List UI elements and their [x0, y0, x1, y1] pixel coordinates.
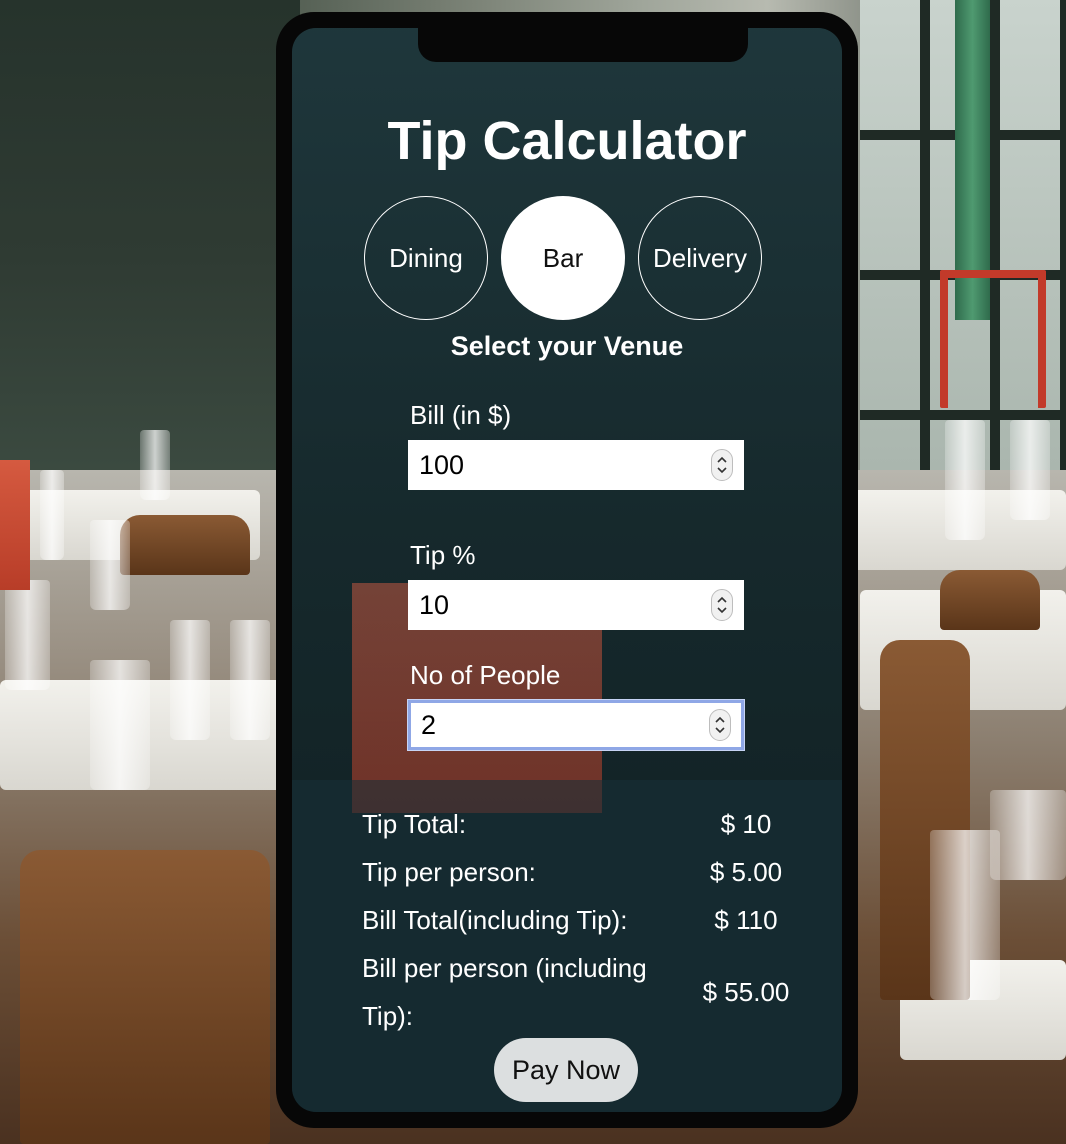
bill-stepper[interactable] [711, 449, 733, 481]
bill-total-label: Bill Total(including Tip): [362, 905, 628, 935]
people-label: No of People [410, 660, 561, 690]
people-input[interactable] [411, 709, 701, 741]
tip-percent-field [408, 580, 744, 630]
venue-bar-button[interactable]: Bar [501, 196, 625, 320]
venue-dining-button[interactable]: Dining [364, 196, 488, 320]
phone-notch [418, 28, 748, 62]
venue-delivery-button[interactable]: Delivery [638, 196, 762, 320]
venue-selector: Dining Bar Delivery [364, 196, 774, 324]
stepper-arrows-icon [717, 456, 727, 474]
bill-per-person-label-line2: Tip): [362, 1001, 414, 1031]
people-stepper[interactable] [709, 709, 731, 741]
tip-percent-stepper[interactable] [711, 589, 733, 621]
people-field [408, 700, 744, 750]
tip-total-label: Tip Total: [362, 809, 467, 839]
tip-per-person-value: $ 5.00 [709, 857, 783, 887]
bill-per-person-value: $ 55.00 [702, 977, 790, 1007]
tip-percent-input[interactable] [409, 589, 699, 621]
stepper-arrows-icon [717, 596, 727, 614]
bill-per-person-label-line1: Bill per person (including [362, 953, 647, 983]
pay-now-button[interactable]: Pay Now [494, 1038, 638, 1102]
bill-total-value: $ 110 [714, 905, 778, 935]
bill-input[interactable] [409, 449, 699, 481]
tip-percent-label: Tip % [410, 540, 476, 570]
page-title: Tip Calculator [387, 111, 747, 171]
tip-per-person-label: Tip per person: [362, 857, 536, 887]
bill-label: Bill (in $) [410, 400, 512, 430]
stepper-arrows-icon [715, 716, 725, 734]
phone-screen: Tip Calculator Dining Bar Delivery Selec… [292, 28, 842, 1112]
phone-frame: Tip Calculator Dining Bar Delivery Selec… [276, 12, 858, 1128]
tip-total-value: $ 10 [720, 809, 772, 839]
bill-field [408, 440, 744, 490]
venue-caption: Select your Venue [450, 331, 684, 361]
